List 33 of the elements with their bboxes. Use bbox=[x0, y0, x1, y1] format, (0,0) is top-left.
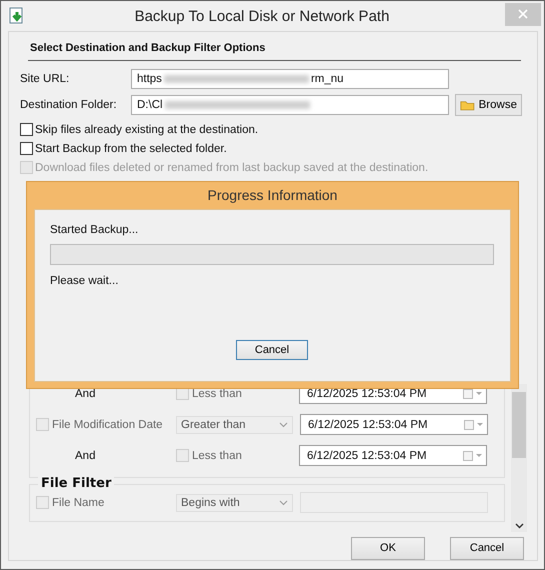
ok-button[interactable]: OK bbox=[351, 536, 425, 560]
and-label: And bbox=[74, 388, 96, 400]
and-label: And bbox=[74, 450, 96, 462]
field-label: Destination Folder: bbox=[20, 99, 118, 112]
operator-dropdown[interactable]: Begins with bbox=[176, 494, 293, 512]
chevron-down-icon bbox=[279, 500, 288, 506]
cancel-button[interactable]: Cancel bbox=[450, 536, 524, 560]
operator-dropdown[interactable]: Greater than bbox=[176, 416, 293, 434]
browse-button[interactable]: Browse bbox=[455, 94, 522, 116]
field-label: Site URL: bbox=[20, 73, 70, 86]
close-button[interactable] bbox=[505, 2, 541, 26]
scroll-down-icon bbox=[515, 522, 524, 529]
text-field[interactable]: D:\Cl bbox=[131, 95, 449, 116]
wait-message: Please wait... bbox=[50, 275, 120, 289]
close-icon bbox=[518, 9, 528, 19]
calendar-dropdown-icon bbox=[463, 388, 483, 399]
cancel-button[interactable]: Cancel bbox=[236, 340, 308, 360]
calendar-dropdown-icon bbox=[463, 450, 483, 461]
status-text: Started Backup... bbox=[50, 224, 140, 238]
dialog-title: Progress Information bbox=[206, 186, 338, 205]
date-picker[interactable]: 6/12/2025 12:53:04 PM bbox=[300, 414, 488, 436]
checkbox-option[interactable]: Start Backup from the selected folder. bbox=[20, 139, 537, 158]
checkbox-option[interactable]: Skip files already existing at the destination. bbox=[20, 120, 537, 140]
window-title: Backup To Local Disk or Network Path bbox=[134, 8, 390, 24]
filter-checkbox[interactable]: File Name bbox=[30, 496, 176, 510]
section-heading: Select Destination and Backup Filter Options bbox=[30, 42, 266, 54]
chevron-down-icon bbox=[279, 422, 288, 428]
calendar-dropdown-icon bbox=[464, 420, 484, 430]
date-picker[interactable]: 6/12/2025 12:53:04 PM bbox=[299, 445, 487, 466]
less-than-checkbox[interactable]: Less than bbox=[176, 449, 299, 462]
filter-checkbox[interactable]: File Modification Date bbox=[30, 418, 176, 432]
scrollbar[interactable] bbox=[511, 384, 527, 532]
text-field[interactable]: https rm_nu bbox=[131, 69, 449, 90]
